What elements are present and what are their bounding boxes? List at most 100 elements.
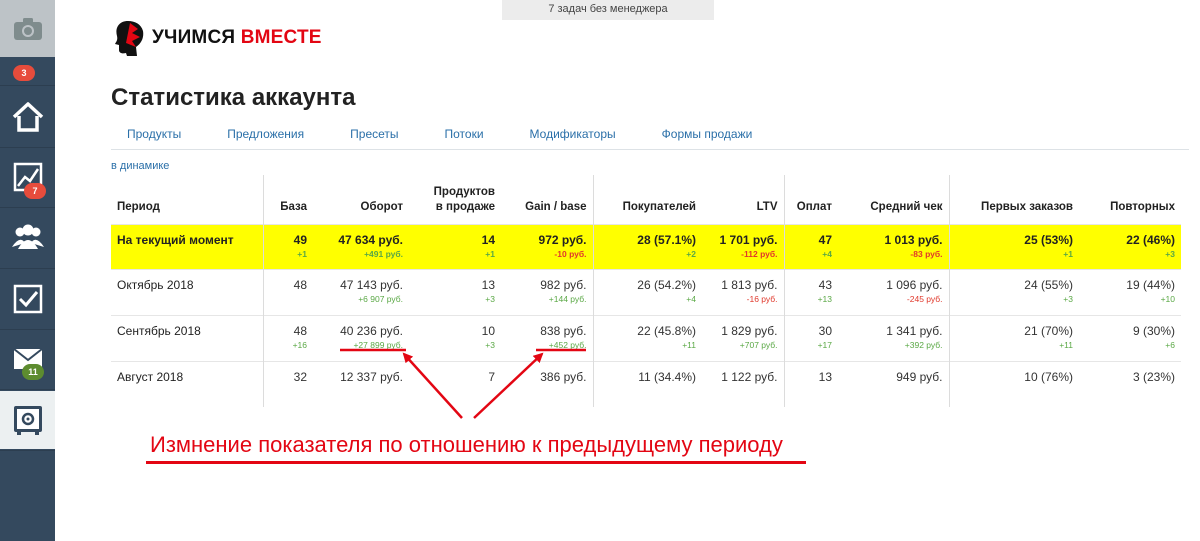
table-header-row: Период База Оборот Продуктов в продаже Ga… (111, 175, 1181, 224)
cell-delta: +13 (817, 293, 832, 304)
cell-value: 1 701 руб. (719, 232, 778, 247)
logo-text-primary: УЧИМСЯ (152, 27, 236, 48)
sidebar-item-home[interactable] (0, 88, 55, 146)
annotation-text: Измнение показателя по отношению к преды… (150, 432, 783, 457)
mail-badge[interactable]: 11 (22, 364, 44, 380)
cell-turnover: 12 337 руб. (313, 360, 409, 407)
cell-value: 7 (488, 369, 495, 384)
camera-button[interactable] (0, 0, 55, 57)
tab-modifiers[interactable]: Модификаторы (500, 127, 632, 141)
cell-delta: -245 руб. (906, 293, 943, 304)
cell-delta: +1 (485, 248, 495, 259)
divider (0, 389, 55, 390)
cell-value: 49 (293, 232, 307, 247)
cell-first-orders: 21 (70%) +11 (948, 314, 1079, 361)
cell-value: 25 (53%) (1024, 232, 1073, 247)
col-base[interactable]: База (262, 175, 313, 224)
cell-first-orders: 10 (76%) (948, 360, 1079, 407)
cell-value: 949 руб. (896, 369, 943, 384)
cell-delta: -16 руб. (746, 293, 778, 304)
cell-payments: 47 +4 (783, 223, 838, 269)
col-first-orders[interactable]: Первых заказов (948, 175, 1079, 224)
home-icon (12, 102, 43, 132)
cell-avg-check: 1 341 руб. +392 руб. (838, 314, 949, 361)
cell-buyers: 28 (57.1%) +2 (592, 223, 702, 269)
cell-value: 982 руб. (540, 277, 587, 292)
cell-value: 1 122 руб. (721, 369, 778, 384)
sidebar-item-tasks[interactable] (0, 270, 55, 328)
cell-base: 48 (262, 268, 313, 315)
cell-payments: 43 +13 (783, 268, 838, 315)
col-avg-check[interactable]: Средний чек (838, 175, 949, 224)
sidebar-item-users[interactable] (0, 208, 55, 266)
cell-value: 32 (293, 369, 307, 384)
cell-value: 26 (54.2%) (637, 277, 696, 292)
cell-delta: +3 (485, 339, 495, 350)
tab-products[interactable]: Продукты (111, 127, 197, 141)
logo-head-icon (115, 21, 144, 56)
table-row: Сентябрь 2018 48 +16 40 236 руб. +27 899 р… (111, 314, 1181, 361)
notifications-badge[interactable]: 3 (13, 65, 35, 81)
cell-value: 22 (46%) (1126, 232, 1175, 247)
cell-delta: +6 (1165, 339, 1175, 350)
cell-gain: 982 руб. +144 руб. (501, 268, 593, 315)
cell-value: 48 (293, 277, 307, 292)
sidebar-item-settings[interactable] (0, 391, 55, 449)
col-repeat[interactable]: Повторных (1079, 175, 1181, 224)
cell-turnover: 47 634 руб. +491 руб. (313, 223, 409, 269)
cell-delta: +4 (822, 248, 832, 259)
tabs: Продукты Предложения Пресеты Потоки Моди… (111, 127, 768, 141)
divider (0, 85, 55, 86)
cell-avg-check: 1 096 руб. -245 руб. (838, 268, 949, 315)
cell-products: 10 +3 (409, 314, 501, 361)
cell-repeat: 22 (46%) +3 (1079, 223, 1181, 269)
cell-value: 386 руб. (540, 369, 587, 384)
cell-base: 49 +1 (262, 223, 313, 269)
cell-delta: +452 руб. (548, 339, 587, 350)
cell-turnover: 40 236 руб. +27 899 руб. (313, 314, 409, 361)
col-ltv[interactable]: LTV (702, 175, 784, 224)
cell-repeat: 9 (30%) +6 (1079, 314, 1181, 361)
cell-delta: +10 (1160, 293, 1175, 304)
col-turnover[interactable]: Оборот (313, 175, 409, 224)
logo[interactable]: УЧИМСЯ ВМЕСТЕ (112, 18, 322, 58)
tab-presets[interactable]: Пресеты (320, 127, 414, 141)
cell-products: 13 +3 (409, 268, 501, 315)
col-payments[interactable]: Оплат (783, 175, 838, 224)
cell-value: 10 (481, 323, 495, 338)
col-products-line1: Продуктов (433, 185, 495, 198)
cell-value: 1 829 руб. (721, 323, 778, 338)
cell-ltv: 1 813 руб. -16 руб. (702, 268, 784, 315)
safe-settings-icon (13, 406, 42, 435)
tab-offers[interactable]: Предложения (197, 127, 320, 141)
cell-value: 10 (76%) (1024, 369, 1073, 384)
cell-buyers: 11 (34.4%) (592, 360, 702, 407)
cell-value: 972 руб. (538, 232, 587, 247)
cell-value: 47 143 руб. (340, 277, 403, 292)
cell-value: 48 (293, 323, 307, 338)
dynamics-link[interactable]: в динамике (111, 160, 169, 172)
users-icon (11, 224, 44, 249)
cell-turnover: 47 143 руб. +6 907 руб. (313, 268, 409, 315)
col-buyers[interactable]: Покупателей (592, 175, 702, 224)
cell-delta: +1 (297, 248, 307, 259)
cell-gain: 838 руб. +452 руб. (501, 314, 593, 361)
cell-delta: +11 (1059, 339, 1073, 350)
cell-delta: +16 (292, 339, 307, 350)
cell-value: 9 (30%) (1132, 323, 1175, 338)
tab-sale-forms[interactable]: Формы продажи (632, 127, 769, 141)
table-row-current: На текущий момент 49 +1 47 634 руб. +491 р… (111, 223, 1181, 269)
cell-products: 14 +1 (409, 223, 501, 269)
cell-delta: -83 руб. (910, 248, 943, 259)
logo-text-accent: ВМЕСТЕ (240, 27, 322, 48)
tab-streams[interactable]: Потоки (415, 127, 500, 141)
cell-period: Август 2018 (111, 360, 263, 407)
col-products[interactable]: Продуктов в продаже (409, 175, 501, 224)
stats-badge[interactable]: 7 (24, 183, 46, 199)
col-period[interactable]: Период (111, 175, 263, 224)
cell-base: 32 (262, 360, 313, 407)
cell-value: 1 813 руб. (721, 277, 778, 292)
col-gain[interactable]: Gain / base (501, 175, 593, 224)
unassigned-tasks-banner[interactable]: 7 задач без менеджера (502, 0, 714, 20)
camera-icon (13, 17, 42, 40)
